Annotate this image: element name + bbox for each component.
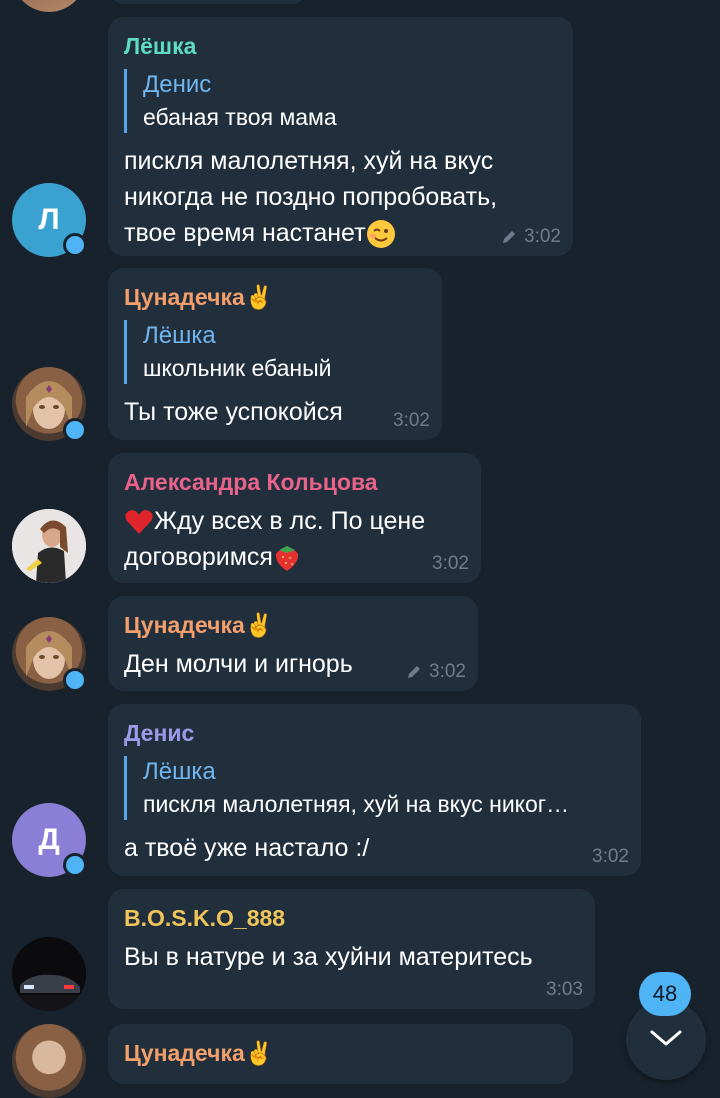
message-bubble[interactable]: B.O.S.K.O_888 Вы в натуре и за хуйни мат… (108, 889, 595, 1009)
online-indicator (63, 668, 87, 692)
message-time: 3:02 (592, 846, 629, 867)
sender-name[interactable]: Александра Кольцова (124, 467, 465, 497)
message-text: Вы в натуре и за хуйни материтесь (124, 943, 533, 971)
avatar[interactable] (12, 937, 86, 1011)
sender-name[interactable]: Цунадечка✌️ (124, 1038, 557, 1068)
message-line: никогда не поздно попробовать, (124, 183, 498, 211)
reply-sender: Денис (143, 71, 212, 98)
reply-quote[interactable]: Лёшка школьник ебаный (124, 320, 426, 384)
message-time: 3:02 (432, 553, 469, 574)
message-text: Жду всех в лс. По цене договоримся (124, 503, 465, 575)
message-time: 3:02 (429, 661, 466, 682)
message-line-text: Жду всех в лс. По цене (154, 507, 426, 535)
strawberry-icon (275, 546, 299, 572)
photo-avatar-image (12, 509, 86, 583)
message-meta: 3:03 (546, 979, 583, 1001)
avatar[interactable] (12, 509, 86, 583)
message-bubble[interactable]: Денис Лёшка пискля малолетняя, хуй на вк… (108, 704, 641, 876)
unread-count-badge: 48 (639, 972, 691, 1016)
chevron-down-icon (650, 1030, 682, 1046)
message-meta: 3:02 (432, 553, 469, 575)
wink-emoji-icon (366, 220, 395, 249)
message-line-text: договоримся (124, 543, 273, 571)
sender-name[interactable]: Денис (124, 718, 625, 748)
message-line-text: твое время настанет (124, 219, 366, 247)
reply-text: школьник ебаный (143, 355, 332, 381)
car-photo-avatar-image (12, 937, 86, 1011)
message-line: договоримся (124, 539, 465, 575)
message-text: Ты тоже успокойся (124, 398, 343, 426)
sender-name[interactable]: Лёшка (124, 31, 557, 61)
message-meta: 3:02 (592, 846, 629, 868)
partial-bubble-top[interactable] (108, 0, 308, 4)
unread-count: 48 (652, 981, 678, 1006)
online-indicator (63, 233, 87, 257)
message-meta: 3:02 (500, 226, 561, 248)
reply-sender: Лёшка (143, 758, 216, 785)
online-indicator (63, 418, 87, 442)
message-bubble[interactable]: Лёшка Денис ебаная твоя мама пискля мало… (108, 17, 573, 256)
edited-pencil-icon (408, 666, 421, 678)
sender-name[interactable]: B.O.S.K.O_888 (124, 903, 579, 933)
message-bubble[interactable]: Цунадечка✌️ (108, 1024, 573, 1084)
partial-avatar-top[interactable] (12, 0, 86, 12)
reply-quote[interactable]: Денис ебаная твоя мама (124, 69, 557, 133)
red-heart-icon (125, 510, 153, 535)
online-indicator (63, 853, 87, 877)
avatar[interactable] (12, 1024, 86, 1098)
reply-sender: Лёшка (143, 322, 216, 349)
message-line: твое время настанет (124, 215, 557, 251)
message-bubble[interactable]: Александра Кольцова Жду всех в лс. По це… (108, 453, 481, 583)
message-text: а твоё уже настало :/ (124, 834, 370, 862)
message-bubble[interactable]: Цунадечка✌️ Лёшка школьник ебаный Ты тож… (108, 268, 442, 440)
message-time: 3:02 (393, 410, 430, 431)
message-time: 3:02 (524, 226, 561, 247)
reply-text: пискля малолетняя, хуй на вкус никог… (143, 791, 570, 817)
message-meta: 3:02 (393, 410, 430, 432)
sender-name[interactable]: Цунадечка✌️ (124, 282, 426, 312)
reply-quote[interactable]: Лёшка пискля малолетняя, хуй на вкус ник… (124, 756, 625, 820)
message-line: пискля малолетняя, хуй на вкус (124, 147, 494, 175)
sender-name[interactable]: Цунадечка✌️ (124, 610, 462, 640)
message-meta: 3:02 (405, 661, 466, 683)
message-line: Жду всех в лс. По цене (124, 503, 465, 539)
reply-text: ебаная твоя мама (143, 104, 337, 130)
edited-pencil-icon (503, 231, 516, 243)
message-bubble[interactable]: Цунадечка✌️ Ден молчи и игнорь 3:02 (108, 596, 478, 691)
message-time: 3:03 (546, 979, 583, 1000)
message-text: пискля малолетняя, хуй на вкус никогда н… (124, 143, 557, 251)
